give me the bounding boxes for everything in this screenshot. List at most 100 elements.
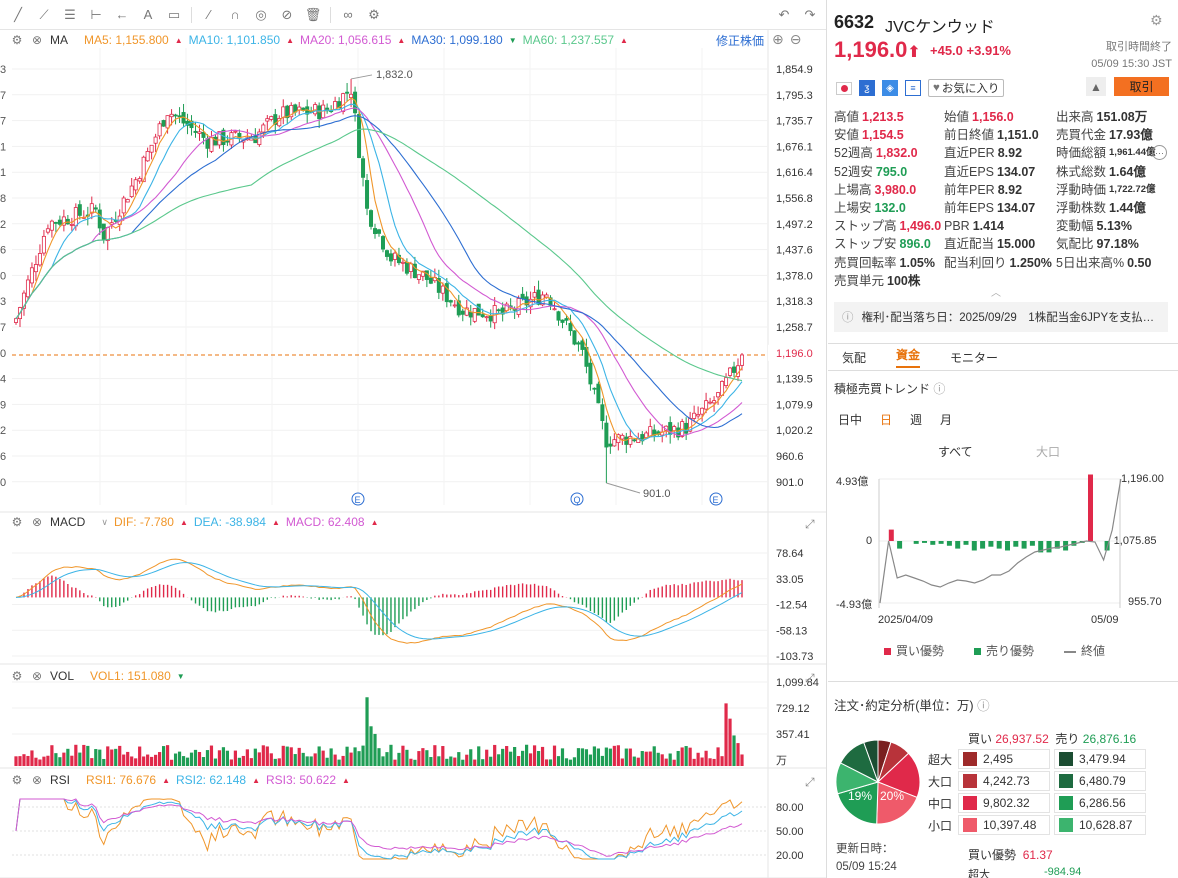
candle-body xyxy=(612,439,617,447)
volume-bar xyxy=(146,754,150,766)
text-icon[interactable]: A xyxy=(136,3,160,27)
flow-bar xyxy=(980,541,986,549)
candle-body xyxy=(592,387,597,390)
price-axis-tick: 1,378.0 xyxy=(776,270,813,282)
volume-bar xyxy=(377,748,381,766)
candle-body xyxy=(265,118,270,122)
magnet-icon[interactable]: ∩ xyxy=(223,3,247,27)
candle-body xyxy=(732,366,737,373)
volume-bar xyxy=(46,755,50,766)
price-axis-tick: 901.0 xyxy=(776,477,804,489)
path-icon[interactable]: ⟋ xyxy=(32,3,56,27)
expand-icon[interactable]: ⤢ xyxy=(805,775,815,790)
volume-bar xyxy=(417,751,421,766)
settings-icon[interactable]: ⚙ xyxy=(10,669,24,683)
price-axis-tick: 1,020.2 xyxy=(776,425,813,437)
high-label: 1,832.0 xyxy=(376,69,413,81)
candle-body xyxy=(93,207,98,210)
volume-bar xyxy=(102,758,106,766)
trash-icon[interactable]: 🗑 xyxy=(301,3,325,27)
candle-body xyxy=(672,426,677,432)
candle-body xyxy=(125,199,130,203)
chart-area[interactable]: 1,854.9 1,795.3 1,735.7 1,676.1 1,616.4 1,556… xyxy=(0,0,826,878)
settings-icon[interactable]: ⚙ xyxy=(362,3,386,27)
candle-body xyxy=(556,311,561,321)
volume-bar xyxy=(636,757,640,766)
volume-bar xyxy=(688,747,692,766)
candle-body xyxy=(77,204,82,216)
settings-icon[interactable]: ⚙ xyxy=(10,33,24,47)
volume-bar xyxy=(42,756,46,766)
volume-bar xyxy=(724,703,728,766)
candle-body xyxy=(261,124,266,133)
flow-bar xyxy=(963,541,969,545)
candle-body xyxy=(149,144,154,153)
link-icon[interactable]: ∞ xyxy=(336,3,360,27)
settings-icon[interactable]: ⚙ xyxy=(10,515,24,529)
close-icon[interactable]: ⊗ xyxy=(30,515,44,529)
volume-bar xyxy=(309,756,313,766)
volume-bar xyxy=(142,756,146,766)
candle-body xyxy=(177,115,182,118)
pie-label-buy: 19% xyxy=(848,789,872,803)
volume-bar xyxy=(632,756,636,766)
left-axis-tick: 3 xyxy=(0,64,6,76)
candle-body xyxy=(137,178,142,182)
event-mark: Q xyxy=(574,495,581,505)
macd-axis-tick: 78.64 xyxy=(776,548,804,560)
trendline-icon[interactable]: ╱ xyxy=(6,3,30,27)
flow-bar xyxy=(946,541,952,546)
volume-bar xyxy=(158,752,162,766)
pen-icon[interactable]: ∕ xyxy=(197,3,221,27)
zoom-out-icon[interactable]: ⊖ xyxy=(790,31,802,48)
macd-axis-tick: 33.05 xyxy=(776,574,804,586)
volume-bar xyxy=(644,751,648,766)
expand-icon[interactable]: ⤢ xyxy=(805,517,815,532)
volume-bar xyxy=(22,754,26,766)
volume-bar xyxy=(98,749,102,766)
clear-icon[interactable]: ⊘ xyxy=(275,3,299,27)
rsi12-line xyxy=(15,798,743,860)
candle-body xyxy=(440,285,445,294)
fib-icon[interactable]: ☰ xyxy=(58,3,82,27)
candle-body xyxy=(129,185,134,198)
candle-body xyxy=(33,264,38,273)
candle-body xyxy=(692,412,697,419)
left-axis-tick: 9 xyxy=(0,399,6,411)
candle-body xyxy=(197,131,202,134)
candle-body xyxy=(400,261,405,264)
close-icon[interactable]: ⊗ xyxy=(30,33,44,47)
zoom-in-icon[interactable]: ⊕ xyxy=(772,31,784,48)
undo-icon[interactable]: ↶ xyxy=(772,3,796,27)
note-icon[interactable]: ▭ xyxy=(162,3,186,27)
volume-bar xyxy=(138,746,142,766)
volume-bar xyxy=(544,759,549,766)
close-icon[interactable]: ⊗ xyxy=(30,773,44,787)
expand-icon[interactable]: ⤢ xyxy=(805,671,815,686)
right-charts: 19% 20% xyxy=(835,474,1122,825)
ruler-icon[interactable]: ⊢ xyxy=(84,3,108,27)
volume-bar xyxy=(169,759,174,766)
adjusted-price-link[interactable]: 修正株価 xyxy=(714,32,767,49)
arrow-icon[interactable]: ← xyxy=(110,3,134,27)
volume-bar xyxy=(161,746,166,766)
close-icon[interactable]: ⊗ xyxy=(30,669,44,683)
eye-icon[interactable]: ◎ xyxy=(249,3,273,27)
volume-bar xyxy=(628,748,632,766)
volume-bar xyxy=(110,749,114,766)
left-axis-tick: 8 xyxy=(0,193,6,205)
settings-icon[interactable]: ⚙ xyxy=(10,773,24,787)
volume-bar xyxy=(481,759,485,766)
volume-bar xyxy=(369,726,373,766)
volume-bar xyxy=(18,756,22,766)
volume-bar xyxy=(501,748,505,766)
volume-bar xyxy=(397,752,401,766)
volume-bar xyxy=(253,748,257,766)
redo-icon[interactable]: ↷ xyxy=(798,3,822,27)
candle-body xyxy=(740,354,745,366)
pie-label-sell: 20% xyxy=(880,789,904,803)
volume-bar xyxy=(656,752,660,766)
volume-bar xyxy=(189,752,194,766)
volume-bar xyxy=(465,754,469,766)
vol-unit: 万 xyxy=(776,755,787,767)
